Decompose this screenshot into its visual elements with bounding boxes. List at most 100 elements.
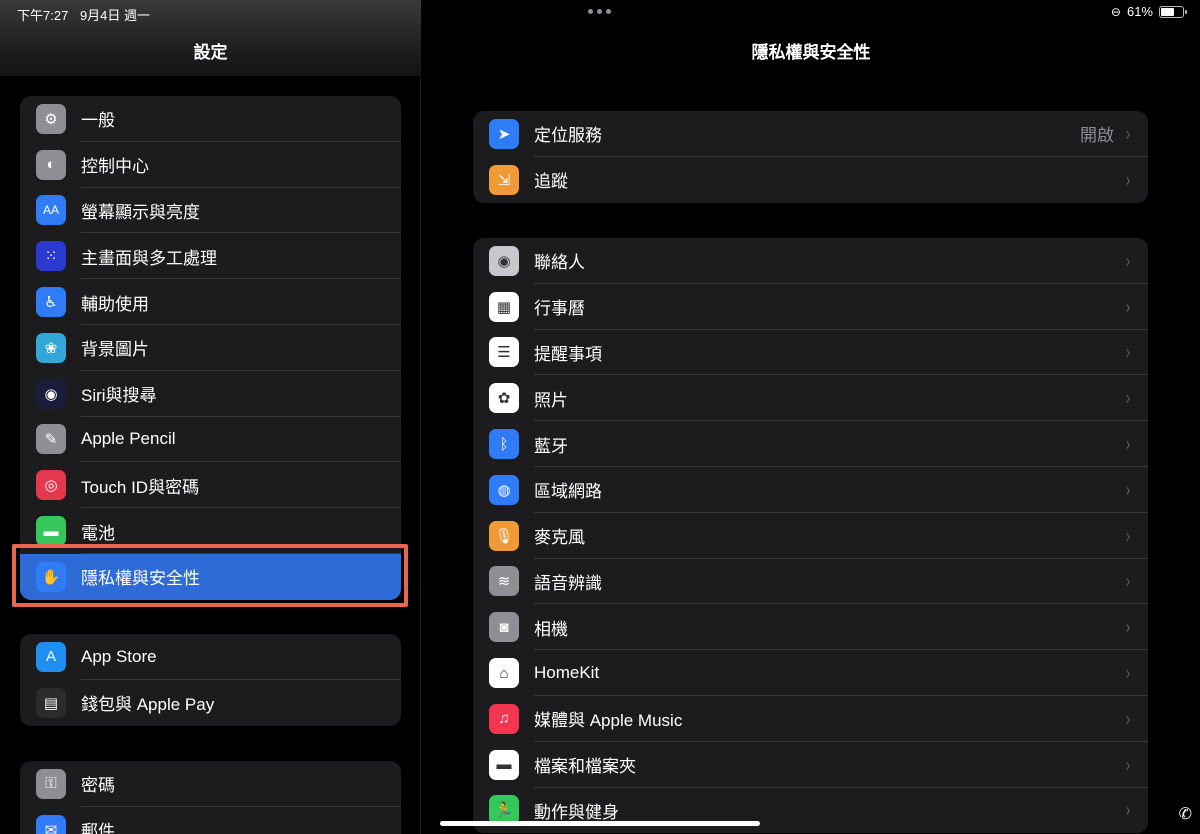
music-note-icon: ♫ (489, 703, 519, 734)
item-label: 區域網路 (534, 482, 602, 502)
selection-highlight-box (12, 544, 408, 607)
item-label: 追蹤 (534, 172, 568, 192)
item-label: App Store (81, 646, 157, 666)
item-label: HomeKit (534, 663, 600, 683)
gear-icon: ⚙ (36, 103, 66, 134)
privacy-item-fitness[interactable]: 🏃 動作與健身 › (473, 788, 1148, 834)
battery-icon: ▬ (36, 516, 66, 547)
phone-icon: ✆ (1178, 806, 1192, 823)
item-label: 動作與健身 (534, 802, 619, 822)
sidebar-item-mail[interactable]: ✉ 郵件 (20, 807, 401, 834)
chevron-right-icon: › (1125, 477, 1131, 502)
item-label: 背景圖片 (81, 340, 149, 360)
item-label: 藍牙 (534, 436, 568, 456)
item-label: 郵件 (81, 822, 115, 834)
calendar-icon: ▦ (489, 291, 519, 322)
item-label: 檔案和檔案夾 (534, 757, 636, 777)
item-label: 行事曆 (534, 299, 585, 319)
app-grid-icon: ⁙ (36, 241, 66, 272)
sidebar-item-flower[interactable]: ❀ 背景圖片 (20, 325, 401, 371)
status-date: 9月4日 週一 (79, 8, 151, 23)
pencil-icon: ✎ (36, 424, 66, 455)
sidebar-title: 設定 (193, 43, 228, 62)
chevron-right-icon: › (1125, 121, 1131, 146)
photos-icon: ✿ (489, 383, 519, 414)
sidebar-item-accessibility[interactable]: ♿ 輔助使用 (20, 279, 401, 325)
sidebar-item-app-store[interactable]: A App Store (20, 634, 401, 680)
text-size-icon: AA (36, 195, 66, 226)
privacy-item-folder[interactable]: ▬ 檔案和檔案夾 › (473, 742, 1148, 788)
siri-icon: ◉ (36, 378, 66, 409)
folder-icon: ▬ (489, 749, 519, 780)
sidebar-item-pencil[interactable]: ✎ Apple Pencil (20, 417, 401, 463)
status-bar-left: 下午7:27 9月4日 週一 (17, 5, 158, 24)
item-label: 螢幕顯示與亮度 (81, 202, 200, 222)
privacy-item-music-note[interactable]: ♫ 媒體與 Apple Music › (473, 696, 1148, 742)
chevron-right-icon: › (1125, 798, 1131, 823)
privacy-item-contacts[interactable]: ◉ 聯絡人 › (473, 238, 1148, 284)
globe-icon: ◍ (489, 474, 519, 505)
item-label: 電池 (81, 523, 115, 543)
item-label: 錢包與 Apple Pay (81, 695, 215, 715)
privacy-item-bluetooth[interactable]: ᛒ 藍牙 › (473, 421, 1148, 467)
chevron-right-icon: › (1125, 615, 1131, 640)
privacy-item-calendar[interactable]: ▦ 行事曆 › (473, 284, 1148, 330)
multitasking-dots[interactable] (588, 9, 611, 14)
battery-icon (1159, 5, 1187, 18)
sidebar-item-wallet[interactable]: ▤ 錢包與 Apple Pay (20, 680, 401, 726)
sidebar-item-gear[interactable]: ⚙ 一般 (20, 96, 401, 142)
link-icon: ⊖ (1110, 4, 1121, 19)
wallet-icon: ▤ (36, 687, 66, 718)
privacy-item-waveform[interactable]: ≋ 語音辨識 › (473, 559, 1148, 605)
chevron-right-icon: › (1125, 523, 1131, 548)
sidebar: 設定 ⚙ 一般 ◐ 控制中心 AA 螢幕顯示與亮度 ⁙ 主畫面與多工處理 ♿ 輔助使用 ❀ 背景圖片 ◉… (0, 0, 421, 834)
sidebar-group-general: ⚙ 一般 ◐ 控制中心 AA 螢幕顯示與亮度 ⁙ 主畫面與多工處理 ♿ 輔助使用 ❀ 背景圖片 ◉ Sir… (20, 96, 401, 600)
bluetooth-icon: ᛒ (489, 429, 519, 460)
privacy-item-globe[interactable]: ◍ 區域網路 › (473, 467, 1148, 513)
privacy-item-tracking[interactable]: ⇲ 追蹤 › (473, 157, 1148, 203)
mail-icon: ✉ (36, 814, 66, 834)
chevron-right-icon: › (1125, 432, 1131, 457)
item-label: 密碼 (81, 776, 115, 796)
item-label: 輔助使用 (81, 294, 149, 314)
privacy-item-home[interactable]: ⌂ HomeKit › (473, 650, 1148, 696)
sidebar-item-toggles[interactable]: ◐ 控制中心 (20, 142, 401, 188)
home-indicator[interactable] (440, 821, 760, 826)
privacy-item-microphone[interactable]: 🎙 麥克風 › (473, 513, 1148, 559)
privacy-item-camera[interactable]: ◙ 相機 › (473, 604, 1148, 651)
sidebar-group-store: A App Store ▤ 錢包與 Apple Pay (20, 634, 401, 726)
battery-percent: 61% (1126, 4, 1153, 19)
sidebar-item-siri[interactable]: ◉ Siri與搜尋 (20, 371, 401, 417)
waveform-icon: ≋ (489, 566, 519, 597)
item-label: 相機 (534, 619, 568, 639)
camera-icon: ◙ (489, 612, 519, 643)
flower-icon: ❀ (36, 332, 66, 363)
privacy-item-reminders[interactable]: ☰ 提醒事項 › (473, 330, 1148, 376)
item-label: 一般 (81, 111, 115, 131)
item-value: 開啟 (1080, 126, 1114, 146)
item-label: 聯絡人 (534, 253, 585, 273)
sidebar-item-text-size[interactable]: AA 螢幕顯示與亮度 (20, 188, 401, 234)
sidebar-item-fingerprint[interactable]: ◎ Touch ID與密碼 (20, 462, 401, 509)
status-bar-right: ⊖ 61% (1110, 4, 1187, 19)
tracking-icon: ⇲ (489, 164, 519, 195)
item-label: 麥克風 (534, 528, 585, 548)
chevron-right-icon: › (1125, 340, 1131, 365)
chevron-right-icon: › (1125, 248, 1131, 273)
chevron-right-icon: › (1125, 386, 1131, 411)
app-store-icon: A (36, 641, 66, 672)
sidebar-item-app-grid[interactable]: ⁙ 主畫面與多工處理 (20, 233, 401, 280)
item-label: Apple Pencil (81, 429, 176, 449)
reminders-icon: ☰ (489, 337, 519, 368)
privacy-item-photos[interactable]: ✿ 照片 › (473, 375, 1148, 422)
fingerprint-icon: ◎ (36, 470, 66, 501)
item-label: Siri與搜尋 (81, 386, 157, 406)
chevron-right-icon: › (1125, 167, 1131, 192)
key-icon: ⚿ (36, 768, 66, 799)
chevron-right-icon: › (1125, 706, 1131, 731)
privacy-item-location-arrow[interactable]: ➤ 定位服務 開啟 › (473, 111, 1148, 157)
sidebar-item-key[interactable]: ⚿ 密碼 (20, 761, 401, 807)
item-label: 提醒事項 (534, 344, 602, 364)
status-time: 下午7:27 (17, 8, 69, 23)
toggles-icon: ◐ (36, 149, 66, 180)
